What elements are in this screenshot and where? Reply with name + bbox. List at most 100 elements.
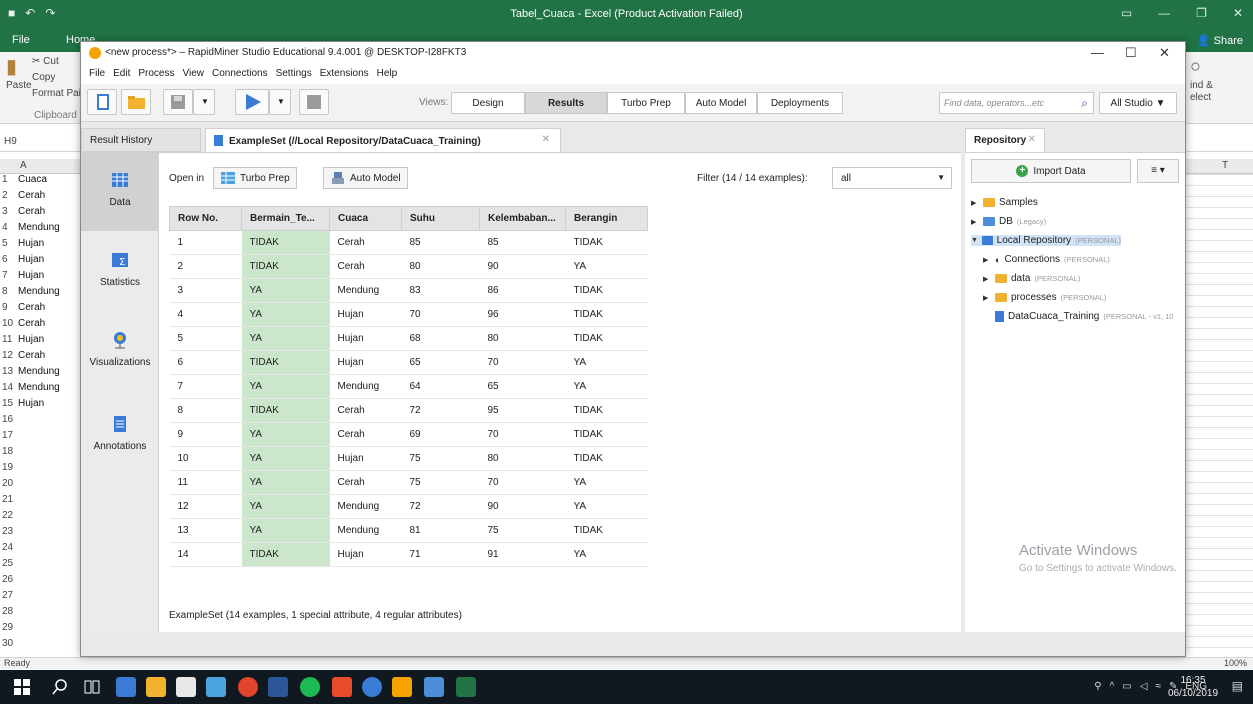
excel-row-number[interactable]: 15 xyxy=(2,398,16,409)
table-row[interactable]: 11 YA Cerah 75 70 YA xyxy=(169,470,648,495)
table-cell[interactable]: YA xyxy=(565,494,648,519)
stop-process-button[interactable] xyxy=(299,89,329,115)
table-cell[interactable]: TIDAK xyxy=(565,302,648,327)
table-cell[interactable]: 71 xyxy=(401,542,480,567)
table-cell[interactable]: 13 xyxy=(169,518,242,543)
excel-row-number[interactable]: 5 xyxy=(2,238,16,249)
rapidminer-alt-icon[interactable] xyxy=(392,677,412,697)
minimize-icon[interactable]: — xyxy=(1158,6,1170,20)
tab-file[interactable]: File xyxy=(12,34,30,46)
taskbar-clock[interactable]: 16:35 06/10/2019 xyxy=(1165,674,1221,700)
table-cell[interactable]: YA xyxy=(565,542,648,567)
excel-cell[interactable]: Hujan xyxy=(18,270,44,281)
table-cell[interactable]: 64 xyxy=(401,374,480,399)
table-cell[interactable]: YA xyxy=(241,302,330,327)
save-dropdown-button[interactable]: ▼ xyxy=(193,89,215,115)
table-cell[interactable]: 9 xyxy=(169,422,242,447)
table-cell[interactable]: 80 xyxy=(479,326,566,351)
excel-row[interactable]: 15 Hujan xyxy=(0,398,80,409)
excel-row-number[interactable]: 2 xyxy=(2,190,16,201)
search-scope-dropdown[interactable]: All Studio ▼ xyxy=(1099,92,1177,114)
table-cell[interactable]: TIDAK xyxy=(565,446,648,471)
excel-cell[interactable]: Hujan xyxy=(18,334,44,345)
excel-row[interactable]: 26 xyxy=(0,574,80,585)
table-cell[interactable]: 8 xyxy=(169,398,242,423)
menu-view[interactable]: View xyxy=(182,68,204,84)
excel-window-controls[interactable]: ▭ — ❐ ✕ xyxy=(1121,6,1243,20)
excel-row[interactable]: 24 xyxy=(0,542,80,553)
tree-local-repository[interactable]: ▼ Local Repository (PERSONAL) xyxy=(971,235,1121,246)
table-cell[interactable]: 7 xyxy=(169,374,242,399)
chevron-right-icon[interactable]: ▶ xyxy=(983,294,991,302)
table-row[interactable]: 8 TIDAK Cerah 72 95 TIDAK xyxy=(169,398,648,423)
excel-row-number[interactable]: 26 xyxy=(2,574,16,585)
excel-row-number[interactable]: 22 xyxy=(2,510,16,521)
table-cell[interactable]: 4 xyxy=(169,302,242,327)
excel-row[interactable]: 20 xyxy=(0,478,80,489)
table-cell[interactable]: TIDAK xyxy=(565,326,648,351)
excel-row[interactable]: 5 Hujan xyxy=(0,238,80,249)
table-cell[interactable]: Mendung xyxy=(329,374,402,399)
excel-cell[interactable]: Cerah xyxy=(18,190,45,201)
global-search-input[interactable]: Find data, operators...etc ⌕ xyxy=(939,92,1094,114)
excel-row-number[interactable]: 30 xyxy=(2,638,16,649)
table-cell[interactable]: 90 xyxy=(479,494,566,519)
table-cell[interactable]: 65 xyxy=(479,374,566,399)
cut-button[interactable]: ✂ Cut xyxy=(32,56,59,67)
table-row[interactable]: 3 YA Mendung 83 86 TIDAK xyxy=(169,278,648,303)
excel-row[interactable]: 9 Cerah xyxy=(0,302,80,313)
tree-db[interactable]: ▶ DB (Legacy) xyxy=(971,216,1046,227)
table-cell[interactable]: Mendung xyxy=(329,518,402,543)
table-cell[interactable]: Hujan xyxy=(329,542,402,567)
table-cell[interactable]: YA xyxy=(241,494,330,519)
table-cell[interactable]: TIDAK xyxy=(241,542,330,567)
table-row[interactable]: 9 YA Cerah 69 70 TIDAK xyxy=(169,422,648,447)
table-row[interactable]: 10 YA Hujan 75 80 TIDAK xyxy=(169,446,648,471)
table-cell[interactable]: 72 xyxy=(401,398,480,423)
excel-row-number[interactable]: 7 xyxy=(2,270,16,281)
table-cell[interactable]: 75 xyxy=(479,518,566,543)
table-cell[interactable]: 2 xyxy=(169,254,242,279)
table-cell[interactable]: 3 xyxy=(169,278,242,303)
excel-row[interactable]: 28 xyxy=(0,606,80,617)
close-tab-icon[interactable]: ✕ xyxy=(1028,134,1036,145)
chevron-up-icon[interactable]: ^ xyxy=(1110,681,1115,692)
excel-row[interactable]: 16 xyxy=(0,414,80,425)
file-explorer-icon[interactable] xyxy=(116,677,136,697)
excel-row[interactable]: 27 xyxy=(0,590,80,601)
rapidminer-taskbar-icon[interactable] xyxy=(362,677,382,697)
table-row[interactable]: 1 TIDAK Cerah 85 85 TIDAK xyxy=(169,230,648,255)
people-icon[interactable]: ⚲ xyxy=(1094,681,1101,692)
excel-row[interactable]: 17 xyxy=(0,430,80,441)
excel-row[interactable]: 30 xyxy=(0,638,80,649)
table-cell[interactable]: 83 xyxy=(401,278,480,303)
excel-row[interactable]: 1 Cuaca xyxy=(0,174,80,185)
excel-row[interactable]: 11 Hujan xyxy=(0,334,80,345)
excel-row[interactable]: 2 Cerah xyxy=(0,190,80,201)
copy-button[interactable]: Copy xyxy=(32,72,55,83)
excel-row-number[interactable]: 17 xyxy=(2,430,16,441)
excel-row[interactable]: 18 xyxy=(0,446,80,457)
table-cell[interactable]: YA xyxy=(241,422,330,447)
minimize-icon[interactable]: — xyxy=(1091,45,1104,60)
tab-repository[interactable]: Repository ✕ xyxy=(965,128,1045,152)
header-suhu[interactable]: Suhu xyxy=(401,206,480,231)
menu-file[interactable]: File xyxy=(89,68,105,84)
excel-row[interactable]: 10 Cerah xyxy=(0,318,80,329)
table-cell[interactable]: 75 xyxy=(401,470,480,495)
xampp-icon[interactable] xyxy=(332,677,352,697)
view-design-tab[interactable]: Design xyxy=(451,92,525,114)
excel-row[interactable]: 29 xyxy=(0,622,80,633)
table-cell[interactable]: Cerah xyxy=(329,254,402,279)
table-cell[interactable]: Hujan xyxy=(329,326,402,351)
tab-result-history[interactable]: Result History xyxy=(81,128,201,152)
excel-row-number[interactable]: 14 xyxy=(2,382,16,393)
table-cell[interactable]: TIDAK xyxy=(565,278,648,303)
notification-icon[interactable]: ▤ xyxy=(1232,679,1243,693)
menu-extensions[interactable]: Extensions xyxy=(320,68,369,84)
share-button[interactable]: 👤 Share xyxy=(1197,34,1243,47)
menu-process[interactable]: Process xyxy=(138,68,174,84)
header-kelembaban[interactable]: Kelembaban... xyxy=(479,206,566,231)
excel-icon[interactable] xyxy=(456,677,476,697)
table-cell[interactable]: 68 xyxy=(401,326,480,351)
